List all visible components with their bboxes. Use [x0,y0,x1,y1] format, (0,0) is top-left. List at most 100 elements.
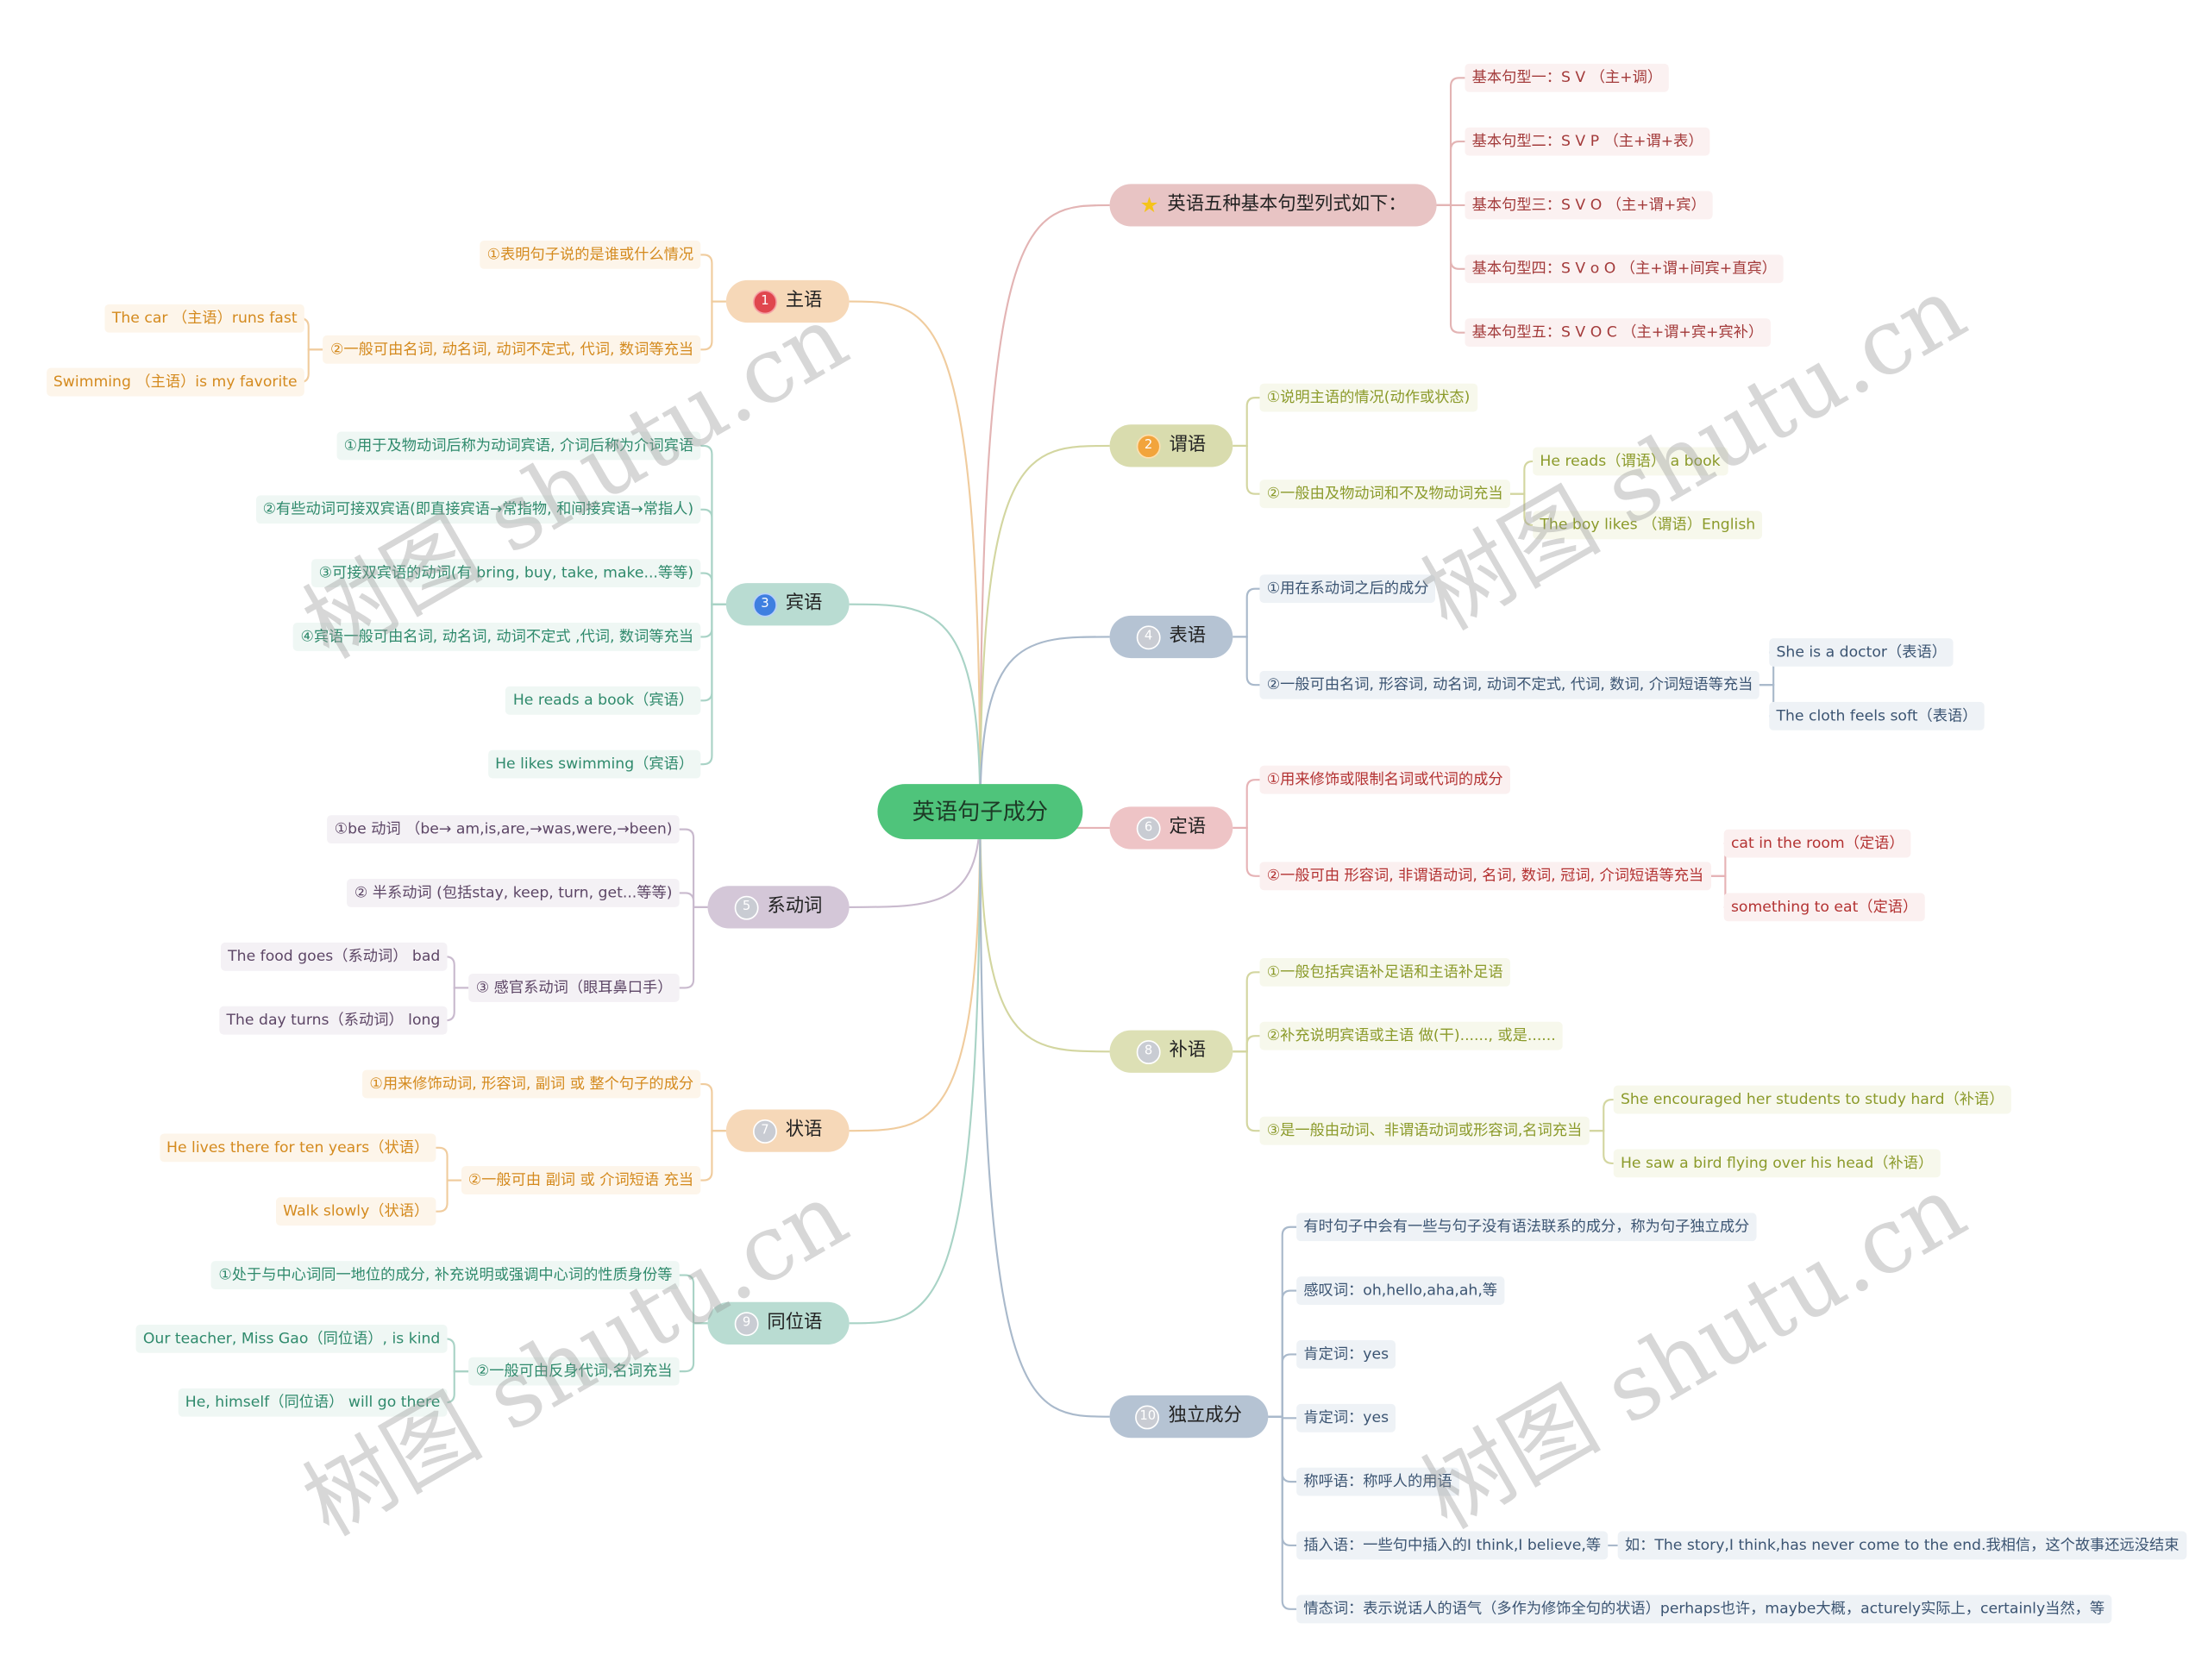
leaf[interactable]: ①用来修饰或限制名词或代词的成分 [1259,765,1510,794]
leaf[interactable]: ①be 动词 （be→ am,is,are,→was,were,→been) [327,815,680,844]
leaf-connector [700,300,726,351]
branch-object[interactable]: 3 宾语 [725,583,850,626]
number-7-icon: 7 [752,1119,777,1144]
leaf-connector [1233,636,1260,686]
leaf[interactable]: ①用于及物动词后称为动词宾语, 介词后称为介词宾语 [336,431,701,461]
leaf-pattern-3[interactable]: 基本句型三：S V O （主+谓+宾） [1465,191,1713,220]
leaf[interactable]: ③可接双宾语的动词(有 bring, buy, take, make...等等) [311,559,701,588]
example-leaf[interactable]: 如：The story,I think,has never come to th… [1617,1531,2186,1560]
branch-attributive[interactable]: 6 定语 [1109,806,1233,849]
leaf[interactable]: ②一般可由名词, 动名词, 动词不定式, 代词, 数词等充当 [323,335,701,364]
leaf[interactable]: ①说明主语的情况(动作或状态) [1259,383,1477,412]
leaf[interactable]: ①用来修饰动词, 形容词, 副词 或 整个句子的成分 [362,1069,701,1099]
example-leaf[interactable]: The food goes（系动词） bad [220,942,448,971]
leaf[interactable]: ①处于与中心词同一地位的成分, 补充说明或强调中心词的性质身份等 [211,1261,680,1289]
branch-label: 宾语 [785,592,823,615]
branch-connector [979,204,1110,812]
branch-complement[interactable]: 8 补语 [1109,1030,1233,1073]
leaf[interactable]: ①用在系动词之后的成分 [1259,574,1436,604]
leaf[interactable]: ②一般可由反身代词,名词充当 [468,1357,680,1386]
example-leaf[interactable]: The day turns（系动词） long [219,1006,448,1035]
leaf[interactable]: ③是一般由动词、非谓语动词或形容词,名词充当 [1259,1116,1590,1145]
example-leaf[interactable]: Our teacher, Miss Gao（同位语）, is kind [135,1324,448,1353]
leaf-connector [1509,492,1534,526]
branch-predicate[interactable]: 2 谓语 [1109,424,1233,467]
leaf-connector [700,508,726,605]
leaf[interactable]: 有时句子中会有一些与句子没有语法联系的成分，称为句子独立成分 [1296,1213,1757,1242]
leaf[interactable]: 肯定词：yes [1296,1340,1396,1369]
leaf[interactable]: ②有些动词可接双宾语(即直接宾语→常指物, 和间接宾语→常指人) [255,495,701,524]
leaf[interactable]: ①一般包括宾语补足语和主语补足语 [1259,957,1510,987]
example-leaf[interactable]: Walk slowly（状语） [275,1197,436,1226]
example-leaf[interactable]: The car （主语）runs fast [104,304,304,333]
example-leaf[interactable]: He, himself（同位语） will go there [178,1388,448,1417]
leaf-connector [700,572,726,605]
leaf[interactable]: ②一般可由 副词 或 介词短语 充当 [461,1166,701,1195]
leaf-connector [1589,1098,1614,1132]
example-leaf[interactable]: The boy likes （谓语）English [1533,511,1763,540]
leaf[interactable]: 称呼语：称呼人的用语 [1296,1467,1459,1496]
leaf-connector [1233,397,1260,447]
leaf[interactable]: ②一般可由 形容词, 非谓语动词, 名词, 数词, 冠词, 介词短语等充当 [1259,862,1711,891]
leaf[interactable]: 肯定词：yes [1296,1403,1396,1432]
leaf-connector [700,603,726,702]
leaf[interactable]: 插入语：一些句中插入的I think,I believe,等 [1296,1531,1609,1560]
leaf[interactable]: ②一般可由名词, 形容词, 动名词, 动词不定式, 代词, 数词, 介词短语等充… [1259,670,1760,699]
leaf[interactable]: ③ 感官系动词（眼耳鼻口手） [468,974,680,1002]
leaf[interactable]: 情态词：表示说话人的语气（多作为修饰全句的状语）perhaps也许，maybe大… [1296,1595,2112,1624]
example-leaf[interactable]: She encouraged her students to study har… [1613,1085,2011,1114]
leaf-connector [700,254,726,303]
example-leaf[interactable]: He saw a bird flying over his head（补语） [1613,1149,1941,1178]
branch-connector [849,603,982,812]
leaf-pattern-5[interactable]: 基本句型五：S V O C （主+谓+宾+宾补） [1465,318,1771,348]
star-icon: ★ [1139,192,1159,218]
branch-label: 同位语 [767,1312,823,1333]
leaf-connector [700,444,726,605]
branch-predicative[interactable]: 4 表语 [1109,615,1233,659]
number-2-icon: 2 [1136,433,1161,458]
example-leaf[interactable]: Swimming （主语）is my favorite [46,367,304,397]
example-leaf[interactable]: She is a doctor（表语） [1769,638,1954,667]
leaf-connector [679,1274,708,1325]
leaf-connector [445,956,469,989]
number-10-icon: 10 [1135,1404,1160,1429]
leaf[interactable]: ④宾语一般可由名词, 动名词, 动词不定式 ,代词, 数词等充当 [293,623,701,651]
central-topic[interactable]: 英语句子成分 [877,784,1083,840]
example-leaf[interactable]: He lives there for ten years（状语） [159,1133,436,1163]
branch-independent-element[interactable]: 10 独立成分 [1109,1395,1269,1439]
branch-sentence-patterns[interactable]: ★ 英语五种基本句型列式如下： [1109,184,1437,227]
leaf-connector [679,906,708,989]
leaf-pattern-1[interactable]: 基本句型一：S V （主+调） [1465,63,1670,92]
leaf[interactable]: ②补充说明宾语或主语 做(干)......, 或是...... [1259,1021,1563,1050]
branch-connector [849,300,982,812]
branch-label: 独立成分 [1168,1405,1242,1427]
number-3-icon: 3 [752,592,777,617]
number-9-icon: 9 [734,1311,759,1336]
mind-map-canvas: 英语句子成分 ★ 英语五种基本句型列式如下： 基本句型一：S V （主+调） 基本… [0,0,2208,1680]
example-leaf[interactable]: cat in the room（定语） [1723,829,1911,858]
leaf-connector [679,828,708,908]
leaf[interactable]: He likes swimming（宾语） [487,749,701,779]
branch-label: 系动词 [767,895,823,918]
leaf[interactable]: ②一般由及物动词和不及物动词充当 [1259,480,1510,509]
leaf[interactable]: ①表明句子说的是谁或什么情况 [480,240,701,269]
leaf[interactable]: ② 半系动词 (包括stay, keep, turn, get...等等) [347,879,680,907]
leaf-connector [679,1322,708,1373]
example-leaf[interactable]: The cloth feels soft（表语） [1769,701,1985,730]
branch-appositive[interactable]: 9 同位语 [707,1301,850,1345]
leaf-pattern-4[interactable]: 基本句型四：S V o O （主+谓+间宾+直宾） [1465,254,1785,284]
leaf-connector [436,1179,461,1213]
example-leaf[interactable]: something to eat（定语） [1723,893,1925,922]
example-leaf[interactable]: He reads（谓语） a book [1533,447,1728,476]
branch-connector [849,812,982,1325]
leaf[interactable]: He reads a book（宾语） [505,686,701,715]
leaf-connector [1268,1415,1297,1610]
branch-subject[interactable]: 1 主语 [725,279,850,323]
branch-connector [979,444,1110,812]
branch-linking-verb[interactable]: 5 系动词 [707,886,850,929]
leaf[interactable]: 感叹词：oh,hello,aha,ah,等 [1296,1276,1505,1306]
branch-adverbial[interactable]: 7 状语 [725,1109,850,1152]
leaf-connector [700,1130,726,1182]
leaf-connector [1436,141,1465,207]
leaf-pattern-2[interactable]: 基本句型二：S V P （主+谓+表） [1465,127,1710,156]
